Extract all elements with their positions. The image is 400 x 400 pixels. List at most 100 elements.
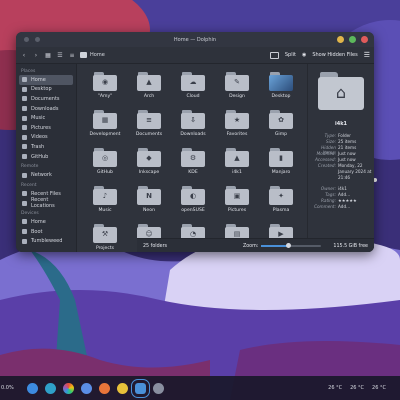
sidebar-item-github[interactable]: GitHub <box>16 152 76 162</box>
sidebar-item-pictures[interactable]: Pictures <box>16 123 76 133</box>
info-property-row: 21:46 <box>308 175 374 181</box>
telegram-icon[interactable] <box>117 382 128 394</box>
forward-icon[interactable]: › <box>32 52 40 59</box>
sidebar-item-home[interactable]: Home <box>19 75 73 85</box>
folder-icon: ◉ <box>93 72 117 91</box>
folder-emblem-icon: ★ <box>233 116 241 124</box>
sidebar-item-label: Boot <box>31 228 43 235</box>
folder-item[interactable]: ⇩ Downloads <box>171 108 215 142</box>
split-button[interactable]: Split <box>285 52 296 58</box>
folder-label: Music <box>98 208 112 213</box>
sidebar-item-downloads[interactable]: Downloads <box>16 104 76 114</box>
home-icon: ⌂ <box>335 83 347 102</box>
sidebar-item-network[interactable]: Network <box>16 170 76 180</box>
folder-item[interactable]: ▣ Pictures <box>215 184 259 218</box>
folder-item[interactable]: ≡ Documents <box>127 108 171 142</box>
close-button[interactable] <box>361 36 368 43</box>
temperature-readouts: 26 °C 26 °C 26 °C <box>328 385 386 391</box>
folder-item[interactable]: ★ Favorites <box>215 108 259 142</box>
folder-item[interactable]: ▲ i4k1 <box>215 146 259 180</box>
folder-item[interactable]: ✦ Plasma <box>259 184 303 218</box>
folder-item[interactable]: ✿ Gimp <box>259 108 303 142</box>
folder-label: Documents <box>135 132 163 137</box>
folder-icon: ≡ <box>137 110 161 129</box>
view-icons-icon[interactable]: ▦ <box>44 52 52 59</box>
folder-item[interactable]: ⚙ KDE <box>171 146 215 180</box>
folder-item[interactable]: ☁ Cloud <box>171 70 215 104</box>
folder-item[interactable]: ◆ Inkscape <box>127 146 171 180</box>
folder-icon: ▲ <box>225 148 249 167</box>
view-details-icon[interactable]: ≡ <box>68 52 76 59</box>
system-settings-icon[interactable] <box>45 382 56 394</box>
taskbar: 0.0% 26 °C 26 °C 26 °C <box>0 376 400 400</box>
info-property-key: Comment: <box>314 204 336 209</box>
pictures-icon <box>22 125 27 131</box>
folder-emblem-icon: ⚙ <box>189 154 197 162</box>
sidebar-item-videos[interactable]: Videos <box>16 133 76 143</box>
folder-label: Development <box>89 132 121 137</box>
titlebar[interactable]: Home — Dolphin <box>16 32 374 47</box>
folder-icon: ♪ <box>93 186 117 205</box>
folder-item[interactable]: ▲ Arch <box>127 70 171 104</box>
folder-label: Neon <box>143 208 155 213</box>
sidebar-item-tumbleweed[interactable]: Tumbleweed <box>16 236 76 246</box>
folder-emblem-icon: ▮ <box>279 154 283 162</box>
sidebar-item-desktop[interactable]: Desktop <box>16 85 76 95</box>
folder-item[interactable]: N Neon <box>127 184 171 218</box>
temperature-value: 26 °C <box>350 385 365 391</box>
info-property-value[interactable]: Add... <box>338 204 374 210</box>
folder-item[interactable]: ◐ openSUSE <box>171 184 215 218</box>
zoom-slider-handle[interactable] <box>285 243 291 248</box>
sidebar-item-recent-locations[interactable]: Recent Locations <box>16 197 76 209</box>
menu-icon[interactable]: ☰ <box>364 51 370 59</box>
sidebar-item-home[interactable]: Home <box>16 217 76 227</box>
folder-icon: ⇩ <box>181 110 205 129</box>
toolbar: ‹ › ▦ ☰ ≡ Home Split ◉ Show Hidden Files… <box>16 47 374 64</box>
show-hidden-files-button[interactable]: Show Hidden Files <box>312 52 357 58</box>
dolphin-window: Home — Dolphin ‹ › ▦ ☰ ≡ Home Split ◉ Sh… <box>16 32 374 252</box>
folder-item[interactable]: ♪ Music <box>83 184 127 218</box>
app-launcher-icon[interactable] <box>27 382 38 394</box>
folder-item[interactable]: Desktop <box>259 70 303 104</box>
folder-item[interactable]: ✎ Design <box>215 70 259 104</box>
sidebar-item-label: GitHub <box>31 153 49 160</box>
folder-label: Pictures <box>227 208 247 213</box>
firefox-icon[interactable] <box>99 382 110 394</box>
home-icon <box>22 77 27 83</box>
folder-item[interactable]: ◎ GitHub <box>83 146 127 180</box>
terminal-icon[interactable] <box>153 382 164 394</box>
folder-item[interactable]: ▦ Development <box>83 108 127 142</box>
zoom-control: Zoom: <box>243 243 322 249</box>
color-picker-icon[interactable] <box>63 382 74 394</box>
folder-emblem-icon: ✎ <box>234 78 240 86</box>
back-icon[interactable]: ‹ <box>20 52 28 59</box>
dolphin-icon[interactable] <box>131 378 150 398</box>
statusbar: 25 folders Zoom: 115.5 GiB free <box>137 238 374 252</box>
folder-label: Gimp <box>274 132 288 137</box>
folder-emblem-icon: ⚒ <box>101 230 109 238</box>
sidebar-item-boot[interactable]: Boot <box>16 227 76 237</box>
sidebar-item-music[interactable]: Music <box>16 113 76 123</box>
folder-icon: ◎ <box>93 148 117 167</box>
sidebar-item-documents[interactable]: Documents <box>16 94 76 104</box>
zoom-slider[interactable] <box>261 243 322 248</box>
folder-emblem-icon: ▲ <box>146 78 152 86</box>
sidebar-item-trash[interactable]: Trash <box>16 142 76 152</box>
minimize-button[interactable] <box>337 36 344 43</box>
folder-icon: ⚙ <box>181 148 205 167</box>
maximize-button[interactable] <box>349 36 356 43</box>
folder-label: Design <box>229 94 245 99</box>
view-compact-icon[interactable]: ☰ <box>56 52 64 59</box>
folder-item[interactable]: ⚒ Projects <box>83 222 127 252</box>
sidebar-item-label: Recent Files <box>31 190 61 197</box>
folder-item[interactable]: ◉ "Amy" <box>83 70 127 104</box>
information-panel: ⌂ i4k1 Type: Folder Size: 25 items Hidden It… <box>307 64 374 252</box>
breadcrumb[interactable]: Home <box>80 52 105 58</box>
folder-label: Plasma <box>272 208 290 213</box>
folder-item[interactable]: ▮ Manjaro <box>259 146 303 180</box>
sidebar-header-recent: Recent <box>21 182 37 188</box>
discover-icon[interactable] <box>81 382 92 394</box>
folder-emblem-icon: ✿ <box>278 116 284 124</box>
folder-emblem-icon: N <box>146 192 152 200</box>
folder-emblem-icon: ⇩ <box>190 116 196 124</box>
